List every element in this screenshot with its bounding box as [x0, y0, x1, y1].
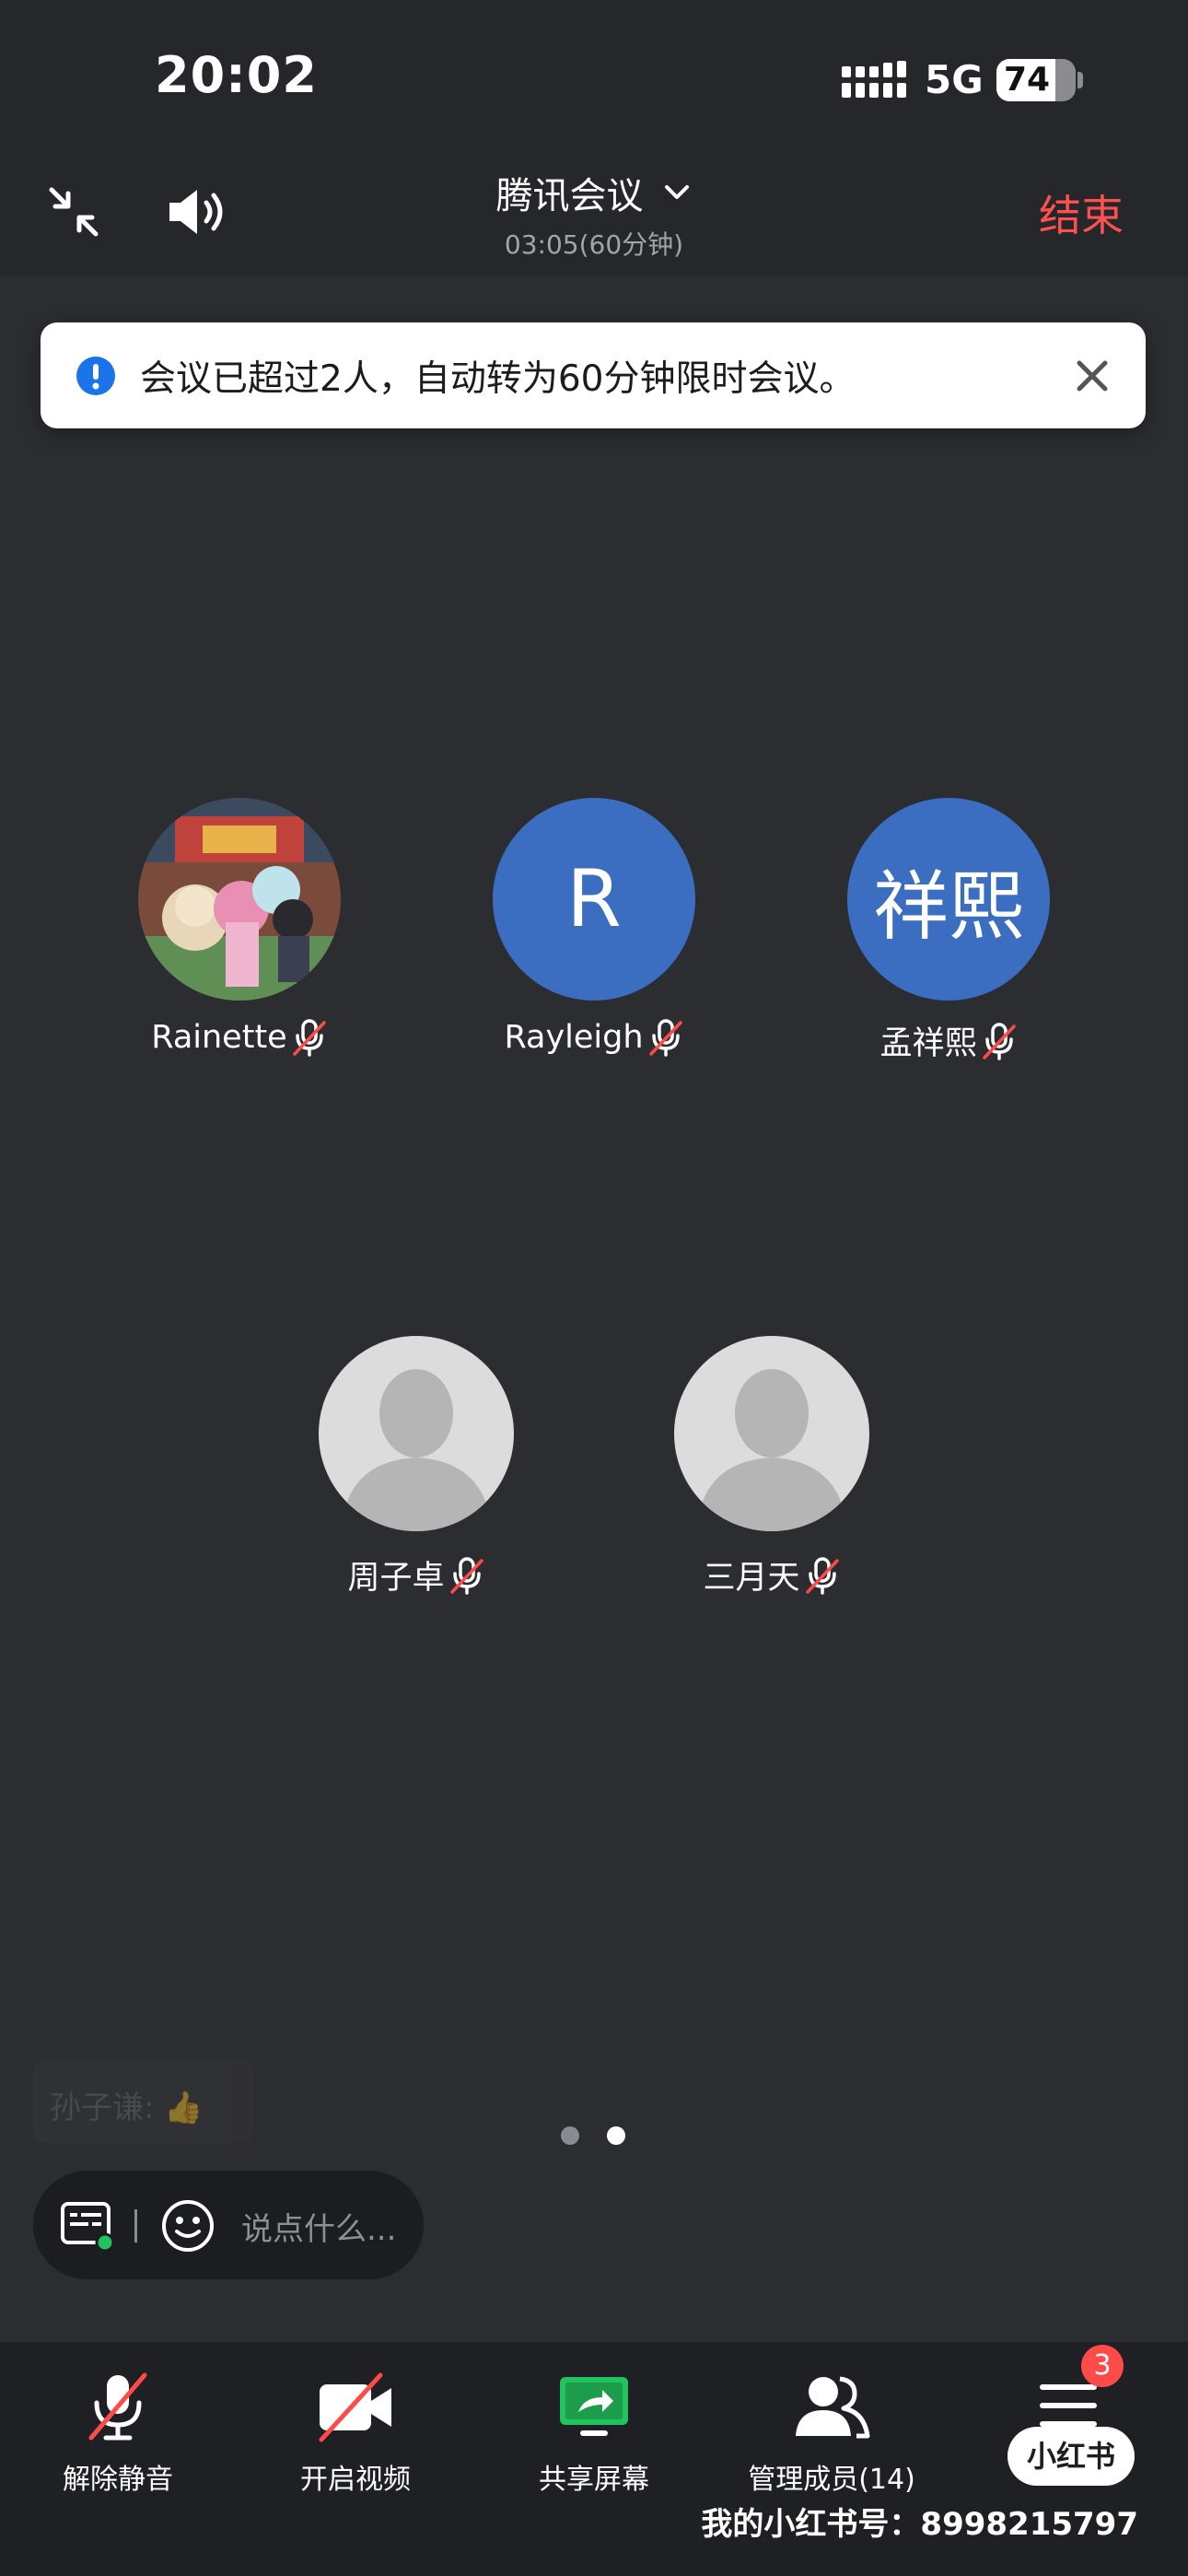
share-screen-label: 共享屏幕 — [539, 2464, 649, 2496]
meeting-header: 腾讯会议 03:05(60分钟) 结束 — [0, 147, 1188, 276]
close-icon[interactable] — [1072, 356, 1112, 396]
battery-level: 74 — [1003, 61, 1051, 99]
chevron-down-icon — [664, 185, 689, 199]
participant-name-row: Rayleigh — [456, 1017, 732, 1058]
participant-avatar[interactable] — [670, 1332, 873, 1535]
avatar-initial: 祥熙 — [872, 862, 1024, 951]
share-screen-icon — [560, 2377, 628, 2436]
participant-name: 孟祥熙 — [879, 1025, 977, 1062]
xiaohongshu-logo: 小红书 — [1007, 2427, 1135, 2486]
page-dot-1[interactable] — [561, 2126, 579, 2145]
participant-name: Rayleigh — [504, 1019, 644, 1056]
info-icon — [76, 357, 115, 395]
manage-members-button[interactable]: 管理成员(14) — [721, 2370, 942, 2497]
status-time: 20:02 — [155, 46, 318, 104]
divider — [134, 2209, 137, 2242]
video-off-icon — [319, 2372, 391, 2442]
chat-message-bubble: 孙子谦: 👍 — [33, 2060, 254, 2143]
mic-muted-icon — [88, 2372, 147, 2441]
start-video-label: 开启视频 — [300, 2464, 411, 2496]
emoji-icon[interactable] — [160, 2198, 215, 2254]
battery-icon: 74 — [996, 59, 1076, 101]
manage-members-label: 管理成员(14) — [748, 2464, 915, 2496]
mic-muted-icon — [648, 1019, 682, 1057]
default-avatar-icon — [696, 1369, 847, 1531]
members-icon — [796, 2376, 870, 2439]
mic-muted-icon — [982, 1022, 1016, 1060]
unmute-button[interactable]: 解除静音 — [7, 2370, 228, 2497]
battery-cap — [1077, 72, 1083, 88]
unmute-label: 解除静音 — [63, 2464, 173, 2496]
notification-badge: 3 — [1081, 2345, 1124, 2387]
captions-icon[interactable] — [59, 2200, 116, 2254]
notice-banner: 会议已超过2人，自动转为60分钟限时会议。 — [41, 322, 1146, 428]
participant-avatar[interactable]: R — [493, 798, 695, 1001]
chat-message-text: 孙子谦: 👍 — [50, 2090, 204, 2126]
chat-placeholder[interactable]: 说点什么... — [241, 2204, 396, 2249]
mic-muted-icon — [449, 1556, 483, 1595]
meeting-timer: 03:05(60分钟) — [504, 229, 684, 260]
avatar-initial: R — [566, 853, 622, 945]
chat-input-bar[interactable]: 说点什么... — [33, 2171, 424, 2279]
share-screen-button[interactable]: 共享屏幕 — [483, 2370, 705, 2497]
start-video-button[interactable]: 开启视频 — [245, 2370, 466, 2497]
signal-icon — [842, 61, 906, 98]
participant-avatar[interactable] — [138, 798, 341, 1001]
mic-muted-icon — [805, 1556, 839, 1595]
page-dot-2[interactable] — [607, 2126, 625, 2145]
participant-name-row: Rainette — [101, 1017, 378, 1058]
participant-avatar[interactable] — [315, 1332, 518, 1535]
meeting-title: 腾讯会议 — [495, 175, 644, 217]
meeting-title-button[interactable]: 腾讯会议 — [0, 166, 1188, 219]
watermark-text: 我的小红书号：8998215797 — [701, 2506, 1138, 2543]
default-avatar-icon — [341, 1369, 492, 1531]
participant-name-row: 周子卓 — [278, 1551, 554, 1598]
participant-name-row: 三月天 — [634, 1551, 910, 1598]
participant-avatar[interactable]: 祥熙 — [847, 798, 1050, 1001]
participant-name: 三月天 — [703, 1560, 800, 1597]
status-bar: 20:02 5G 74 — [0, 0, 1188, 147]
mic-muted-icon — [292, 1019, 326, 1057]
end-meeting-button[interactable]: 结束 — [1039, 182, 1124, 243]
participant-name: 周子卓 — [347, 1560, 445, 1597]
network-type: 5G — [925, 57, 984, 102]
notice-text: 会议已超过2人，自动转为60分钟限时会议。 — [140, 358, 856, 400]
participant-name: Rainette — [151, 1019, 287, 1056]
participant-name-row: 孟祥熙 — [810, 1017, 1087, 1064]
avatar-image — [138, 798, 341, 1001]
